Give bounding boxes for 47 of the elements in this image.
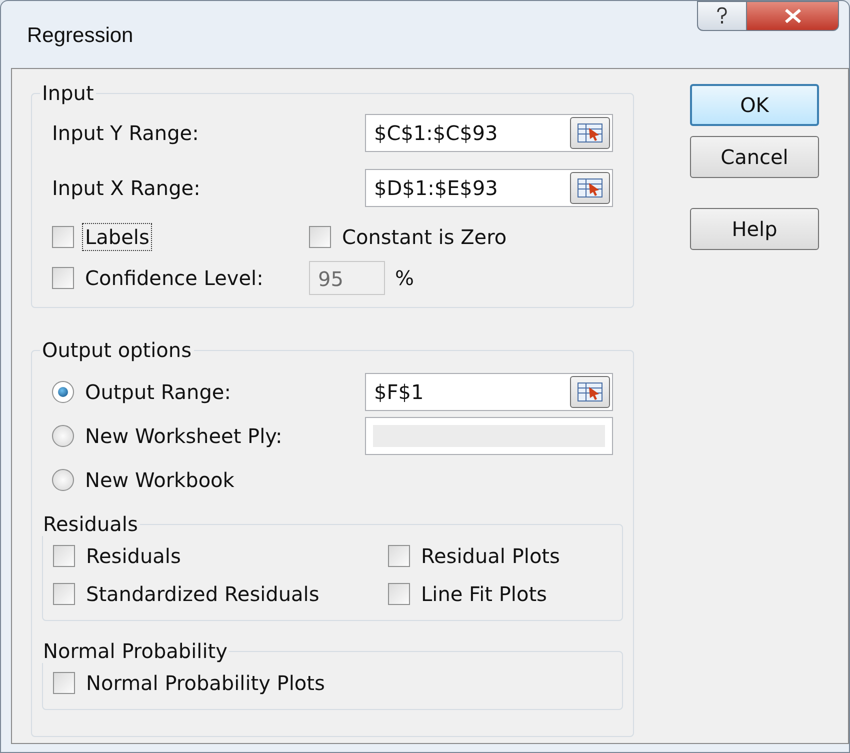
percent-sign: % [395, 266, 414, 290]
checkbox-label[interactable]: Confidence Level: [82, 264, 266, 292]
checkbox-label[interactable]: Labels [82, 223, 152, 251]
radio-button[interactable] [52, 381, 74, 403]
checkbox[interactable] [388, 583, 410, 605]
checkbox-label[interactable]: Normal Probability Plots [83, 669, 328, 697]
checkbox-label[interactable]: Standardized Residuals [83, 580, 322, 608]
radio-label[interactable]: New Worksheet Ply: [82, 422, 286, 450]
group-title: Output options [41, 338, 192, 362]
checkbox[interactable] [53, 545, 75, 567]
range-picker-button[interactable] [570, 172, 610, 204]
close-button[interactable] [747, 1, 839, 31]
range-field[interactable]: $D$1:$E$93 [365, 169, 613, 207]
group-title: Input [41, 81, 95, 105]
group-title: Normal Probability [42, 639, 228, 663]
ok-button[interactable]: OK [690, 84, 819, 126]
checkbox[interactable] [52, 226, 74, 248]
checkbox-label[interactable]: Residual Plots [418, 542, 563, 570]
checkbox[interactable] [309, 226, 331, 248]
range-field[interactable]: $F$1 [365, 373, 613, 411]
range-picker-button[interactable] [570, 117, 610, 149]
help-button[interactable]: Help [690, 208, 819, 250]
checkbox-label[interactable]: Constant is Zero [339, 223, 510, 251]
checkbox[interactable] [53, 672, 75, 694]
checkbox-label[interactable]: Line Fit Plots [418, 580, 550, 608]
question-mark-icon [716, 7, 728, 25]
field-label: Input X Range: [52, 176, 200, 200]
window-title: Regression [27, 24, 134, 48]
radio-label[interactable]: New Workbook [82, 466, 238, 494]
range-select-icon [577, 178, 603, 198]
radio-button[interactable] [52, 469, 74, 491]
range-select-icon [577, 123, 603, 143]
checkbox[interactable] [53, 583, 75, 605]
sheet-name-field[interactable] [365, 417, 613, 455]
checkbox-label[interactable]: Residuals [83, 542, 184, 570]
checkbox[interactable] [388, 545, 410, 567]
radio-label[interactable]: Output Range: [82, 378, 234, 406]
range-picker-button[interactable] [570, 376, 610, 408]
field-label: Input Y Range: [52, 121, 199, 145]
range-field[interactable]: $C$1:$C$93 [365, 114, 613, 152]
help-button[interactable] [697, 1, 747, 31]
close-icon [784, 9, 802, 23]
checkbox[interactable] [52, 267, 74, 289]
cancel-button[interactable]: Cancel [690, 136, 819, 178]
radio-button[interactable] [52, 425, 74, 447]
range-select-icon [577, 382, 603, 402]
group-title: Residuals [42, 512, 139, 536]
